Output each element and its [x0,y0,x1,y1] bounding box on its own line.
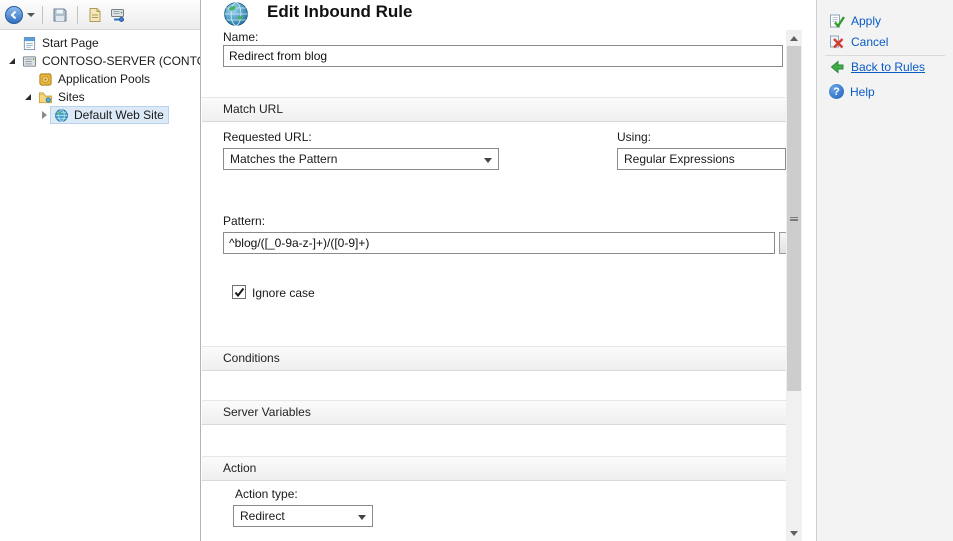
actions-separator [825,55,945,56]
connections-tree: Start Page CONTOSO-SERVER (CONTOS Applic… [0,30,200,124]
save-connection-button[interactable] [50,4,70,26]
server-icon [21,53,37,69]
pattern-label: Pattern: [223,214,265,228]
application-pools-icon [37,71,53,87]
tree-item-label: CONTOSO-SERVER (CONTOS [40,54,200,68]
rule-globe-icon [223,1,249,27]
tree-item-default-web-site[interactable]: Default Web Site [0,106,200,124]
triangle-down-icon [790,531,798,536]
connections-toolbar [0,0,200,30]
vertical-scrollbar[interactable] [786,30,802,541]
collapsed-icon[interactable] [38,111,50,119]
tree-item-application-pools[interactable]: Application Pools [0,70,200,88]
apply-icon [829,13,845,29]
apply-label: Apply [851,14,881,28]
web-site-globe-icon [53,107,69,123]
apply-button[interactable]: Apply [829,13,881,29]
server-variables-section-header: Server Variables [202,400,786,425]
help-icon: ? [829,84,844,99]
edit-inbound-rule-page: Edit Inbound Rule Name: Match URL Reques… [202,0,816,541]
pattern-input[interactable] [223,232,775,254]
action-section-header: Action [202,456,786,481]
back-arrow-icon [9,10,19,20]
scroll-up-button[interactable] [786,30,802,46]
section-title: Action [223,461,256,475]
tree-item-label: Start Page [40,36,101,50]
ignore-case-label: Ignore case [252,286,315,300]
thumb-gripper-icon [790,217,798,221]
connect-server-button[interactable] [108,4,128,26]
action-type-value: Redirect [240,509,285,523]
triangle-up-icon [790,36,798,41]
action-type-label: Action type: [235,487,298,501]
requested-url-value: Matches the Pattern [230,152,337,166]
nav-back-button[interactable] [5,6,23,24]
connect-server-icon [110,7,126,23]
save-icon [52,7,68,23]
tree-item-sites[interactable]: Sites [0,88,200,106]
new-connection-icon [87,7,103,23]
ignore-case-checkbox[interactable] [232,285,246,299]
actions-panel: Apply Cancel Back to Rules ? Help [816,0,953,541]
back-arrow-icon [829,59,845,75]
section-title: Conditions [223,351,280,365]
requested-url-label: Requested URL: [223,130,312,144]
cancel-icon [829,34,845,50]
cancel-label: Cancel [851,35,888,49]
tree-item-start-page[interactable]: Start Page [0,34,200,52]
using-select[interactable]: Regular Expressions [617,148,786,170]
new-connection-button[interactable] [85,4,105,26]
match-url-section-header: Match URL [202,97,786,122]
tree-item-label: Application Pools [56,72,152,86]
iis-manager-window: Start Page CONTOSO-SERVER (CONTOS Applic… [0,0,953,541]
name-input[interactable] [223,45,783,67]
page-title: Edit Inbound Rule [267,2,412,22]
help-button[interactable]: ? Help [829,84,875,99]
using-label: Using: [617,130,651,144]
expanded-icon[interactable] [22,94,34,100]
cancel-button[interactable]: Cancel [829,34,888,50]
section-title: Match URL [223,102,283,116]
start-page-icon [21,35,37,51]
section-title: Server Variables [223,405,311,419]
toolbar-separator [42,6,43,24]
tree-item-server[interactable]: CONTOSO-SERVER (CONTOS [0,52,200,70]
tree-item-label: Sites [56,90,87,104]
checkmark-icon [234,287,245,298]
action-type-select[interactable]: Redirect [233,505,373,527]
scroll-down-button[interactable] [786,525,802,541]
help-label: Help [850,85,875,99]
question-glyph: ? [833,86,840,98]
back-to-rules-button[interactable]: Back to Rules [829,59,925,75]
toolbar-separator [77,6,78,24]
name-label: Name: [223,30,258,44]
sites-folder-icon [37,89,53,105]
chevron-down-icon [358,515,366,520]
conditions-section-header: Conditions [202,346,786,371]
scrollbar-thumb[interactable] [787,46,801,391]
back-to-rules-label: Back to Rules [851,60,925,74]
nav-history-caret[interactable] [27,13,35,17]
connections-panel: Start Page CONTOSO-SERVER (CONTOS Applic… [0,0,201,541]
using-value: Regular Expressions [624,152,735,166]
chevron-down-icon [484,158,492,163]
expanded-icon[interactable] [6,58,18,64]
tree-item-label: Default Web Site [72,108,166,122]
requested-url-select[interactable]: Matches the Pattern [223,148,499,170]
